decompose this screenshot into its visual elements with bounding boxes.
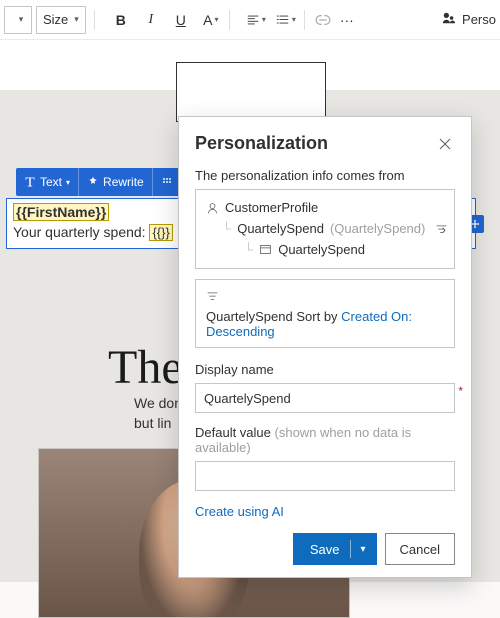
cancel-button[interactable]: Cancel — [385, 533, 455, 565]
element-type-text-button[interactable]: Text ▾ — [16, 168, 79, 196]
toolbar-separator — [304, 10, 305, 30]
rewrite-button[interactable]: Rewrite — [79, 168, 153, 196]
format-toolbar: ▾ Size▾ B I U A▾ ▾ ▾ ··· Perso — [0, 0, 500, 40]
sort-box[interactable]: QuartelySpend Sort by Created On: Descen… — [195, 279, 455, 348]
grid-icon — [161, 176, 173, 188]
selection-toolbar: Text ▾ Rewrite — [16, 168, 181, 196]
font-size-select[interactable]: Size▾ — [36, 6, 86, 34]
default-value-label: Default value (shown when no data is ava… — [195, 425, 455, 455]
text-icon — [24, 176, 36, 188]
bold-button[interactable]: B — [111, 8, 131, 32]
panel-title: Personalization — [195, 133, 328, 154]
create-using-ai-link[interactable]: Create using AI — [195, 504, 284, 519]
display-name-input[interactable] — [195, 383, 455, 413]
more-button[interactable]: ··· — [337, 8, 357, 32]
token-empty[interactable]: {{}} — [149, 224, 172, 241]
rewrite-icon — [87, 176, 99, 188]
personalization-panel: Personalization The personalization info… — [178, 116, 472, 578]
link-button[interactable] — [313, 8, 333, 32]
token-firstname[interactable]: {{FirstName}} — [13, 203, 109, 221]
sort-field: QuartelySpend — [206, 309, 293, 324]
toolbar-separator — [94, 10, 95, 30]
headline-text: The — [108, 340, 183, 395]
editor-canvas: Text ▾ Rewrite {{FirstName}} Your quarte… — [0, 40, 500, 582]
chevron-down-icon[interactable]: ▾ — [361, 544, 366, 555]
personalization-icon — [442, 11, 456, 28]
font-family-select[interactable]: ▾ — [4, 6, 32, 34]
layout-box[interactable] — [176, 62, 326, 122]
italic-button[interactable]: I — [141, 8, 161, 32]
tree-leaf: QuartelySpend — [278, 240, 365, 261]
tree-root: CustomerProfile — [225, 198, 318, 219]
tree-child: QuartelySpend — [237, 219, 324, 240]
font-color-button[interactable]: A▾ — [201, 8, 221, 32]
close-button[interactable] — [435, 134, 455, 154]
toolbar-separator — [229, 10, 230, 30]
source-label: The personalization info comes from — [195, 168, 455, 183]
tree-child-type: (QuartelySpend) — [330, 219, 425, 240]
close-icon — [439, 138, 451, 150]
chevron-right-icon[interactable]: › — [441, 221, 446, 237]
list-button[interactable]: ▾ — [276, 8, 296, 32]
tree-branch: └ — [244, 240, 253, 261]
tree-branch: └ — [222, 219, 231, 240]
body-text: We don but lin — [134, 394, 182, 433]
sort-word: Sort by — [296, 309, 337, 324]
selection-more-button[interactable] — [153, 168, 181, 196]
static-text: Your quarterly spend: — [13, 224, 149, 240]
save-button[interactable]: Save ▾ — [293, 533, 377, 565]
personalization-button[interactable]: Perso — [462, 12, 496, 27]
default-value-input[interactable] — [195, 461, 455, 491]
field-icon — [259, 243, 272, 256]
align-button[interactable]: ▾ — [246, 8, 266, 32]
filter-icon — [206, 290, 219, 303]
source-tree[interactable]: CustomerProfile └ QuartelySpend (Quartel… — [195, 189, 455, 269]
profile-icon — [206, 202, 219, 215]
underline-button[interactable]: U — [171, 8, 191, 32]
display-name-label: Display name — [195, 362, 455, 377]
